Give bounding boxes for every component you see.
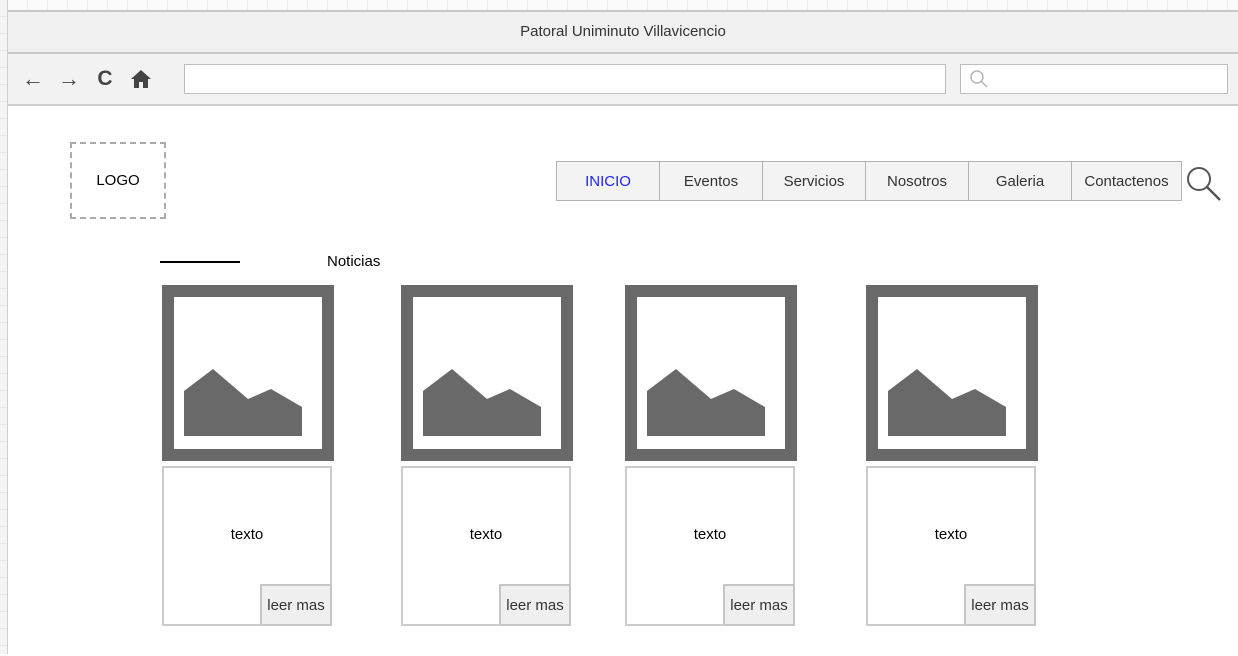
card-body: texto leer mas: [401, 466, 571, 626]
menu-item-eventos[interactable]: Eventos: [660, 161, 763, 201]
read-more-button[interactable]: leer mas: [723, 584, 795, 626]
browser-toolbar: ← → C: [8, 54, 1238, 106]
section-title: Noticias: [327, 253, 381, 270]
read-more-button[interactable]: leer mas: [260, 584, 332, 626]
section-divider: [160, 261, 240, 263]
search-icon: [970, 70, 988, 88]
canvas-edge: [0, 0, 8, 654]
menu-item-servicios[interactable]: Servicios: [763, 161, 866, 201]
card-body: texto leer mas: [162, 466, 332, 626]
menu-item-nosotros[interactable]: Nosotros: [866, 161, 969, 201]
back-arrow-icon[interactable]: ←: [22, 66, 44, 92]
menu-item-galeria[interactable]: Galeria: [969, 161, 1072, 201]
image-placeholder-icon: [625, 285, 797, 461]
search-icon[interactable]: [1184, 164, 1224, 204]
logo-label: LOGO: [96, 172, 140, 189]
window-title: Patoral Uniminuto Villavicencio: [8, 12, 1238, 54]
read-more-button[interactable]: leer mas: [499, 584, 571, 626]
reload-icon[interactable]: C: [94, 66, 116, 92]
canvas-ruler: [8, 0, 1238, 10]
card-text: texto: [934, 526, 968, 543]
card-text: texto: [469, 526, 503, 543]
card-text: texto: [230, 526, 264, 543]
browser-window: Patoral Uniminuto Villavicencio ← → C LO…: [8, 10, 1238, 656]
menu-item-inicio[interactable]: INICIO: [556, 161, 660, 201]
image-placeholder-icon: [401, 285, 573, 461]
card-text: texto: [693, 526, 727, 543]
card-body: texto leer mas: [866, 466, 1036, 626]
browser-search-input[interactable]: [960, 64, 1228, 94]
url-input[interactable]: [184, 64, 946, 94]
card-body: texto leer mas: [625, 466, 795, 626]
forward-arrow-icon[interactable]: →: [58, 66, 80, 92]
image-placeholder-icon: [162, 285, 334, 461]
read-more-button[interactable]: leer mas: [964, 584, 1036, 626]
logo-placeholder: LOGO: [70, 142, 166, 219]
menu-item-contactenos[interactable]: Contactenos: [1072, 161, 1182, 201]
main-menu: INICIO Eventos Servicios Nosotros Galeri…: [556, 161, 1182, 201]
home-icon[interactable]: [130, 66, 152, 92]
image-placeholder-icon: [866, 285, 1038, 461]
